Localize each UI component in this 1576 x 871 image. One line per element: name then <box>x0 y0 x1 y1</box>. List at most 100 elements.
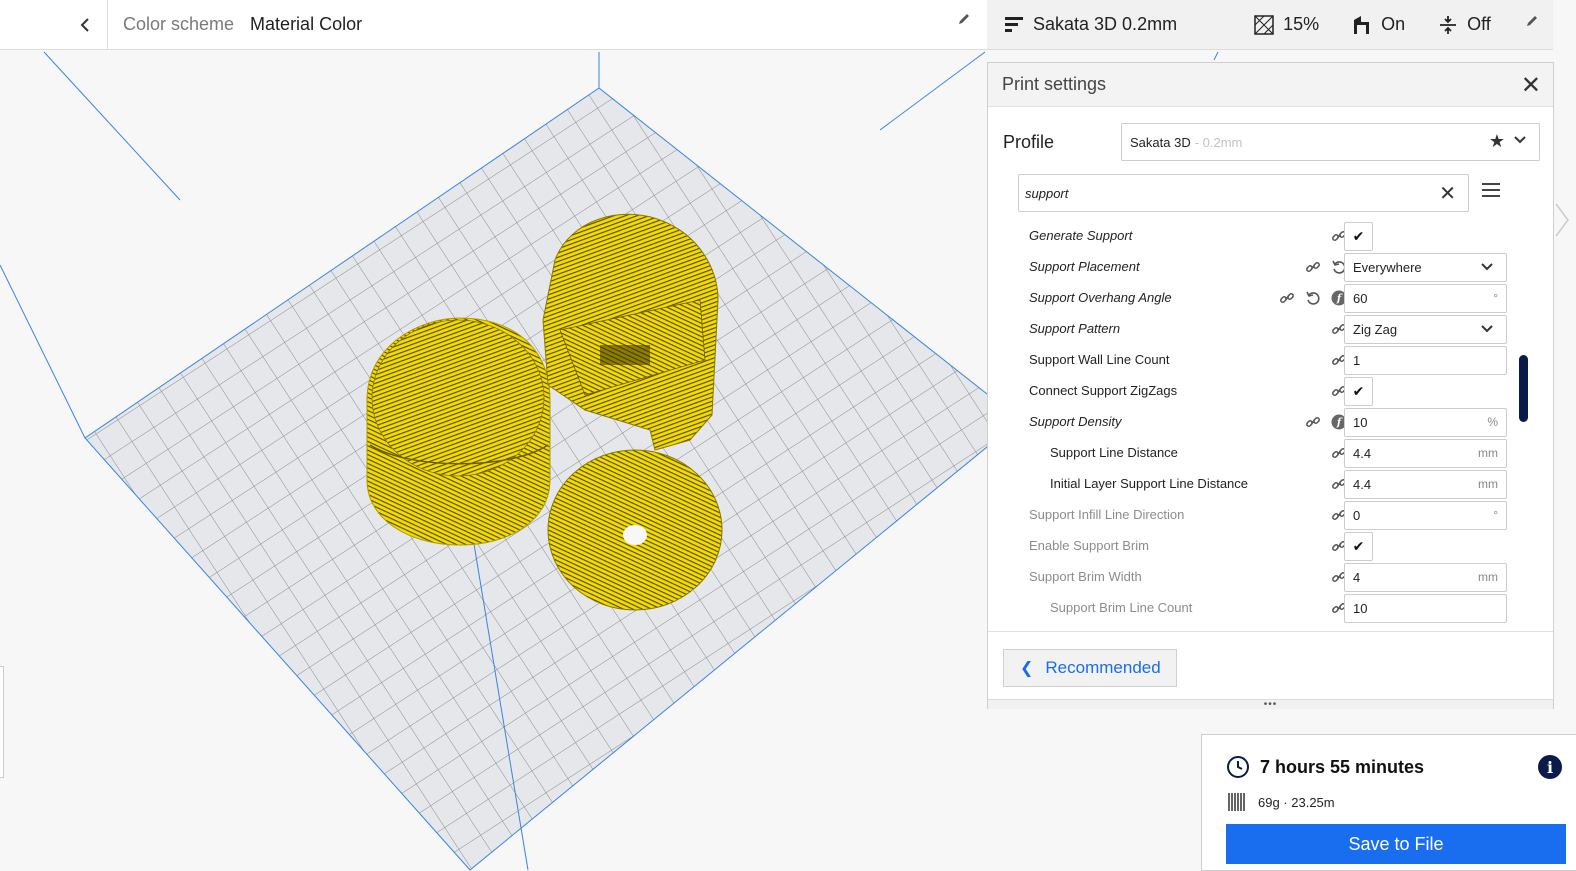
recommended-label: Recommended <box>1045 658 1161 677</box>
setting-checkbox[interactable]: ✔ <box>1344 222 1373 251</box>
clock-icon <box>1227 756 1249 778</box>
print-time: 7 hours 55 minutes <box>1260 756 1425 777</box>
setting-actions <box>1304 258 1348 276</box>
setting-row: Support Infill Line Direction 0 ° <box>988 500 1528 531</box>
support-value: On <box>1381 14 1406 34</box>
setting-checkbox[interactable]: ✔ <box>1344 532 1373 561</box>
material-row: 69g · 23.25m <box>1226 791 1335 813</box>
collapse-button[interactable] <box>0 0 108 50</box>
setting-label: Connect Support ZigZags <box>1029 383 1178 398</box>
link-icon[interactable] <box>1304 258 1322 276</box>
profile-value: Sakata 3D <box>1130 134 1191 150</box>
build-plate-grid <box>84 87 1021 871</box>
profile-row: Profile Sakata 3D - 0.2mm ★ <box>1003 123 1540 161</box>
settings-scrollbar[interactable] <box>1519 355 1528 422</box>
checkmark-icon: ✔ <box>1352 538 1365 554</box>
resize-handle[interactable]: ••• <box>988 699 1553 710</box>
setting-row: Generate Support ✔ <box>988 221 1528 252</box>
infill-item[interactable]: 15% <box>1253 14 1319 36</box>
setting-value: 4 <box>1353 570 1361 585</box>
recommended-button[interactable]: ❮ Recommended <box>1003 649 1177 687</box>
model-disk[interactable] <box>547 449 723 611</box>
setting-unit: mm <box>1478 570 1498 584</box>
setting-row: Support Placement Everywhere <box>988 252 1528 283</box>
view-topbar: Color scheme Material Color <box>0 0 987 50</box>
settings-list[interactable]: Generate Support ✔ Support Placement Everyw… <box>988 221 1528 631</box>
setting-input[interactable]: 4.4 mm <box>1344 439 1507 468</box>
chevron-right-icon[interactable] <box>1554 200 1576 240</box>
setting-value: Everywhere <box>1353 260 1422 275</box>
search-value: support <box>1025 185 1069 201</box>
setting-input[interactable]: 0 ° <box>1344 501 1507 530</box>
setting-label: Support Wall Line Count <box>1029 352 1170 367</box>
printer-profile-name: Sakata 3D 0.2mm <box>1033 14 1178 34</box>
side-panel-edge <box>0 666 4 778</box>
setting-input[interactable]: 4.4 mm <box>1344 470 1507 499</box>
chevron-left-icon: ❮ <box>1020 660 1034 677</box>
setting-input[interactable]: 4 mm <box>1344 563 1507 592</box>
infill-value: 15% <box>1283 14 1320 34</box>
setting-dropdown[interactable]: Everywhere <box>1344 253 1507 282</box>
setting-label: Enable Support Brim <box>1029 538 1149 553</box>
settings-search-input[interactable]: support ✕ <box>1018 174 1469 212</box>
info-icon[interactable]: i <box>1538 755 1562 779</box>
reset-icon[interactable] <box>1304 289 1322 307</box>
setting-label: Support Density <box>1029 414 1122 429</box>
color-scheme-label: Color scheme <box>123 14 235 34</box>
setting-unit: ° <box>1493 508 1498 522</box>
setting-label: Support Placement <box>1029 259 1140 274</box>
setting-unit: % <box>1487 415 1498 429</box>
setting-value: 4.4 <box>1353 446 1372 461</box>
setting-row: Support Line Distance 4.4 mm <box>988 438 1528 469</box>
setting-input[interactable]: 1 <box>1344 346 1507 375</box>
chevron-left-icon <box>80 17 89 32</box>
setting-label: Generate Support <box>1029 228 1133 243</box>
checkmark-icon: ✔ <box>1352 383 1365 399</box>
filament-icon <box>1228 793 1245 811</box>
setting-value: 10 <box>1353 415 1368 430</box>
profile-bars-icon <box>1005 16 1023 32</box>
adhesion-item[interactable]: Off <box>1437 14 1491 36</box>
setting-checkbox[interactable]: ✔ <box>1344 377 1373 406</box>
setting-label: Support Brim Width <box>1029 569 1142 584</box>
star-icon[interactable]: ★ <box>1489 131 1505 152</box>
menu-icon[interactable] <box>1482 183 1500 197</box>
chevron-down-icon <box>1480 321 1494 340</box>
print-time-row: 7 hours 55 minutes <box>1226 755 1424 779</box>
setting-unit: mm <box>1478 446 1498 460</box>
support-icon <box>1354 15 1370 34</box>
build-volume-edge <box>43 51 181 201</box>
setting-row: Support Pattern Zig Zag <box>988 314 1528 345</box>
setting-label: Support Line Distance <box>1050 445 1178 460</box>
build-volume-edge <box>1213 51 1219 61</box>
pencil-icon[interactable] <box>1525 14 1539 28</box>
setting-label: Initial Layer Support Line Distance <box>1050 476 1249 491</box>
model-cylinder-left[interactable] <box>366 317 551 546</box>
setting-input[interactable]: 10 <box>1344 594 1507 623</box>
pencil-icon[interactable] <box>957 12 971 26</box>
panel-header: Print settings ✕ <box>988 63 1553 107</box>
chevron-down-icon <box>1480 259 1494 278</box>
checkmark-icon: ✔ <box>1352 228 1365 244</box>
profile-dropdown[interactable]: Sakata 3D - 0.2mm ★ <box>1121 123 1540 161</box>
printer-profile-item[interactable]: Sakata 3D 0.2mm <box>1003 14 1177 36</box>
color-scheme-dropdown[interactable]: Material Color <box>250 14 362 35</box>
infill-icon <box>1254 14 1274 35</box>
setting-dropdown[interactable]: Zig Zag <box>1344 315 1507 344</box>
link-icon[interactable] <box>1304 413 1322 431</box>
support-item[interactable]: On <box>1351 14 1405 36</box>
setting-value: 1 <box>1353 353 1361 368</box>
setting-row: Support Brim Line Count 10 <box>988 593 1528 624</box>
clear-search-icon[interactable]: ✕ <box>1439 181 1456 206</box>
close-icon[interactable]: ✕ <box>1521 71 1541 100</box>
print-setup-bar[interactable]: Sakata 3D 0.2mm 15% On Off <box>987 0 1553 50</box>
setting-label: Support Infill Line Direction <box>1029 507 1185 522</box>
save-to-file-button[interactable]: Save to File <box>1226 824 1566 864</box>
setting-input[interactable]: 60 ° <box>1344 284 1507 313</box>
link-icon[interactable] <box>1278 289 1296 307</box>
setting-row: Support Brim Width 4 mm <box>988 562 1528 593</box>
setting-unit: mm <box>1478 477 1498 491</box>
setting-input[interactable]: 10% <box>1344 408 1507 437</box>
panel-footer: ❮ Recommended <box>988 631 1553 691</box>
material-usage: 69g · 23.25m <box>1258 794 1335 810</box>
